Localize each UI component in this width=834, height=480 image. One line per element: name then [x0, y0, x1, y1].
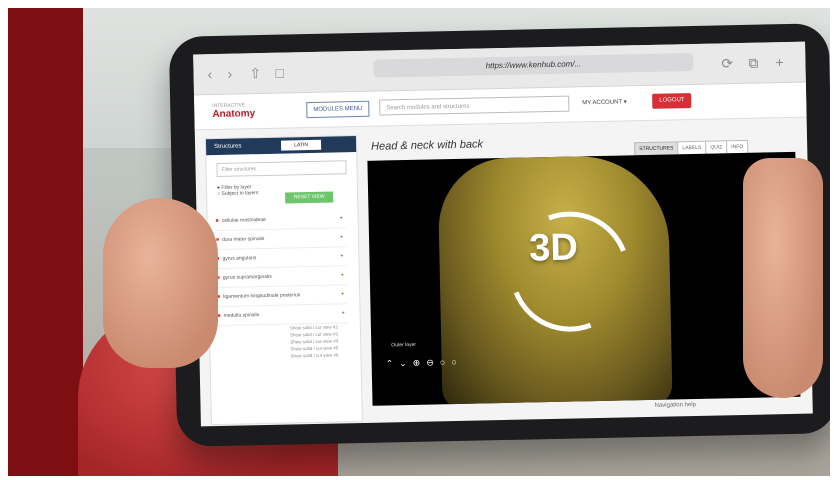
tabs-icon[interactable]: ⧉	[748, 55, 758, 72]
viewer-controls[interactable]: ⌃⌄⊕⊖○○	[386, 357, 463, 370]
3d-viewer[interactable]: 3D Outer layer ⌃⌄⊕⊖○○	[367, 151, 801, 406]
left-hand	[103, 198, 218, 368]
search-input[interactable]: Search modules and structures	[379, 95, 570, 116]
book-icon[interactable]: □	[275, 65, 284, 81]
right-hand	[743, 158, 823, 398]
forward-icon[interactable]: ›	[227, 66, 232, 82]
logo-text: Anatomy	[212, 108, 256, 121]
3d-label: 3D	[528, 226, 579, 270]
app-logo[interactable]: INTERACTIVE Anatomy	[212, 102, 255, 120]
reload-icon[interactable]: ⟳	[721, 55, 733, 72]
structures-panel: Structures LATIN Filter structures ● Fil…	[204, 135, 363, 426]
reset-view-button[interactable]: RESET VIEW	[285, 191, 334, 204]
tablet-screen: ‹ › ⇧ □ https://www.kenhub.com/... ⟳ ⧉ +…	[193, 41, 813, 427]
sub-item[interactable]: Show solid / cut view #6	[218, 351, 348, 361]
page-title: Head & neck with back	[370, 138, 484, 153]
share-icon[interactable]: ⇧	[249, 65, 261, 82]
filter-input[interactable]: Filter structures	[216, 160, 347, 177]
navigation-help-link[interactable]: Navigation help	[655, 402, 696, 409]
account-menu[interactable]: MY ACCOUNT ▾	[582, 98, 627, 106]
language-select[interactable]: LATIN	[280, 139, 322, 151]
structures-title: Structures	[214, 143, 242, 151]
left-red-band	[8, 8, 83, 476]
tablet-device: ‹ › ⇧ □ https://www.kenhub.com/... ⟳ ⧉ +…	[168, 23, 830, 447]
photo-background: ‹ › ⇧ □ https://www.kenhub.com/... ⟳ ⧉ +…	[8, 8, 830, 476]
new-tab-icon[interactable]: +	[775, 54, 784, 70]
outer-layer-label: Outer layer	[391, 341, 417, 349]
structures-header: Structures LATIN	[205, 136, 357, 156]
modules-menu-button[interactable]: MODULES MENU	[306, 100, 370, 119]
list-item[interactable]: ■ medulla spinalis +	[217, 304, 348, 326]
logout-button[interactable]: LOGOUT	[652, 93, 692, 109]
address-bar[interactable]: https://www.kenhub.com/...	[373, 52, 694, 78]
back-icon[interactable]: ‹	[207, 66, 212, 82]
structure-list: ■ cellulae mastoideae + ■ dura mater spinal…	[215, 209, 348, 361]
